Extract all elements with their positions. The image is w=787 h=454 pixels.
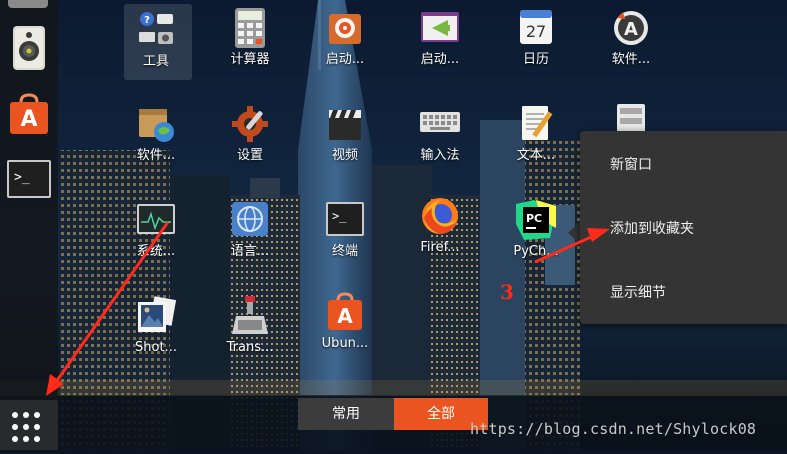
annotation-arrows <box>46 221 610 396</box>
tab-frequent[interactable]: 常用 <box>298 398 394 430</box>
annotation-step-number: 3 <box>500 280 514 304</box>
app-view-tabs: 常用 全部 <box>298 398 488 430</box>
watermark-text: https://blog.csdn.net/Shylock08 <box>470 420 757 438</box>
